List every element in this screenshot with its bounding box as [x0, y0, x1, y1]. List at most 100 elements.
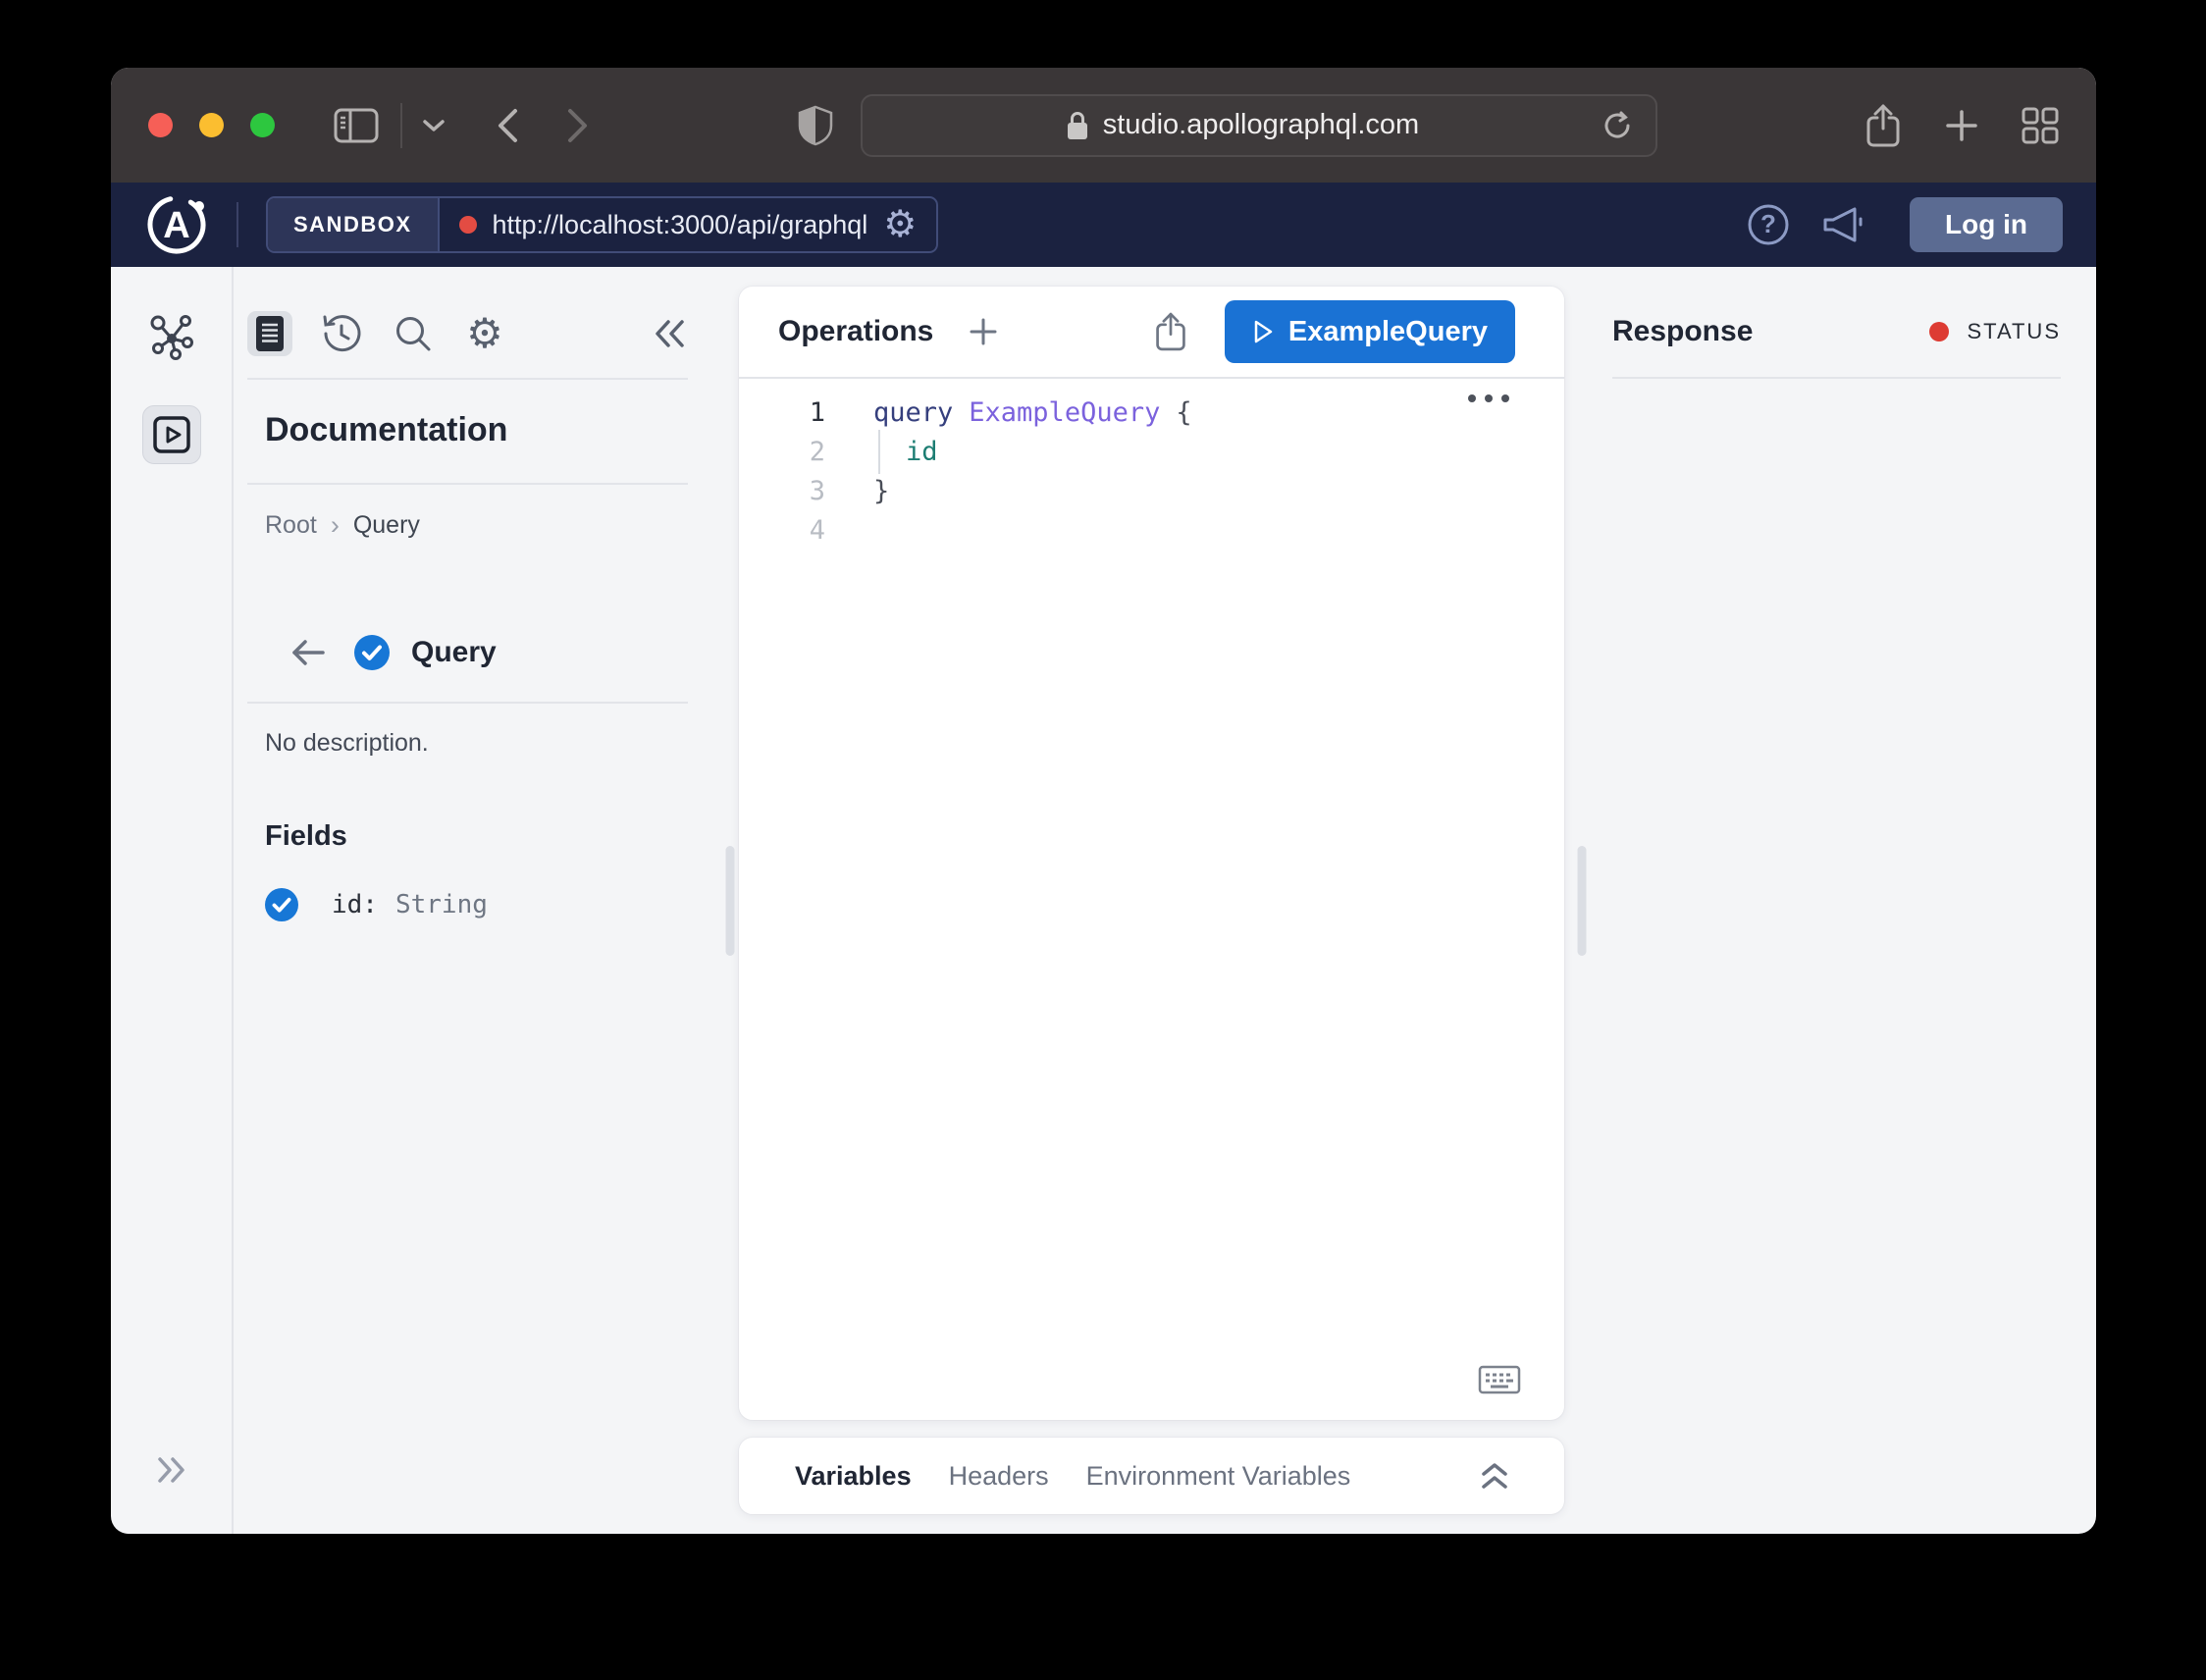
settings-tab[interactable]: ⚙: [462, 311, 507, 356]
query-editor[interactable]: 1 query ExampleQuery { 2 id 3: [739, 379, 1564, 1420]
address-bar[interactable]: studio.apollographql.com: [861, 94, 1657, 157]
resize-handle[interactable]: [726, 846, 735, 956]
field-check-icon[interactable]: [265, 888, 298, 921]
collapse-panel-icon[interactable]: [653, 318, 688, 349]
code-line[interactable]: 1 query ExampleQuery {: [739, 393, 1564, 432]
run-query-button[interactable]: ExampleQuery: [1225, 300, 1515, 363]
indent-guide: [878, 430, 880, 474]
operations-title: Operations: [778, 315, 933, 348]
code-keyword: query: [873, 397, 953, 428]
apollo-header: A SANDBOX http://localhost:3000/api/grap…: [111, 183, 2096, 267]
sandbox-badge: SANDBOX: [268, 198, 440, 251]
breadcrumb-separator: ›: [331, 510, 340, 541]
zoom-window-button[interactable]: [250, 113, 275, 137]
endpoint-settings-icon[interactable]: ⚙: [883, 206, 917, 243]
svg-text:A: A: [163, 205, 189, 246]
back-icon[interactable]: [495, 107, 520, 144]
endpoint-input[interactable]: http://localhost:3000/api/graphql ⚙: [440, 198, 937, 251]
code-brace: {: [1176, 397, 1191, 428]
login-button[interactable]: Log in: [1910, 197, 2063, 252]
line-number: 3: [739, 476, 825, 506]
line-number: 1: [739, 397, 825, 428]
address-text: studio.apollographql.com: [1103, 109, 1419, 141]
svg-text:?: ?: [1760, 209, 1776, 238]
endpoint-url-text: http://localhost:3000/api/graphql: [493, 210, 868, 240]
sidebar-toggle-icon[interactable]: [334, 108, 379, 143]
breadcrumb: Root › Query: [265, 510, 688, 541]
divider: [247, 702, 688, 704]
traffic-lights: [148, 113, 275, 137]
field-row[interactable]: id: String: [265, 888, 688, 921]
add-operation-icon[interactable]: [969, 317, 998, 346]
code-brace: }: [873, 476, 889, 506]
resize-handle[interactable]: [1578, 846, 1587, 956]
code-line[interactable]: 4: [739, 510, 1564, 550]
field-name: id:: [332, 890, 378, 919]
divider: [1612, 377, 2061, 379]
code-field: id: [906, 437, 938, 467]
panel-resize-gutter: [721, 267, 739, 1534]
browser-toolbar: studio.apollographql.com: [111, 68, 2096, 183]
tab-headers[interactable]: Headers: [949, 1461, 1049, 1492]
close-window-button[interactable]: [148, 113, 173, 137]
line-number: 4: [739, 515, 825, 546]
gear-icon: ⚙: [466, 313, 503, 354]
response-panel: Response STATUS: [1600, 267, 2096, 1534]
operations-card: Operations: [739, 287, 1564, 1420]
privacy-shield-icon[interactable]: [798, 105, 833, 146]
code-line[interactable]: 2 id: [739, 432, 1564, 471]
run-button-label: ExampleQuery: [1288, 316, 1488, 348]
search-tab[interactable]: [391, 311, 436, 356]
panel-resize-gutter: [1564, 267, 1600, 1534]
code-operation-name: ExampleQuery: [969, 397, 1160, 428]
documentation-tab[interactable]: [247, 311, 292, 356]
forward-icon[interactable]: [565, 107, 591, 144]
editor-options-icon[interactable]: [1468, 394, 1509, 402]
status-indicator: STATUS: [1929, 319, 2061, 344]
status-dot: [1929, 322, 1949, 341]
divider: [247, 483, 688, 485]
browser-window: studio.apollographql.com: [111, 68, 2096, 1534]
documentation-toolbar: ⚙: [247, 311, 688, 356]
type-header-row: Query: [289, 635, 688, 670]
fields-heading: Fields: [265, 820, 688, 853]
field-type[interactable]: String: [395, 890, 488, 919]
variables-panel: Variables Headers Environment Variables: [739, 1438, 1564, 1514]
endpoint-group: SANDBOX http://localhost:3000/api/graphq…: [266, 196, 938, 253]
response-title: Response: [1612, 315, 1753, 348]
share-icon[interactable]: [1865, 103, 1902, 148]
type-description: No description.: [265, 729, 688, 758]
documentation-title: Documentation: [265, 411, 688, 449]
header-divider: [236, 202, 238, 247]
tab-environment-variables[interactable]: Environment Variables: [1086, 1461, 1351, 1492]
tab-variables[interactable]: Variables: [795, 1461, 912, 1492]
share-operation-icon[interactable]: [1154, 311, 1187, 352]
query-check-icon[interactable]: [354, 635, 390, 670]
expand-panel-icon[interactable]: [1479, 1461, 1510, 1491]
apollo-logo[interactable]: A: [144, 192, 209, 257]
help-icon[interactable]: ?: [1747, 203, 1790, 246]
announcements-icon[interactable]: [1821, 206, 1866, 243]
operations-column: Operations: [739, 267, 1564, 1534]
line-number: 2: [739, 437, 825, 467]
minimize-window-button[interactable]: [199, 113, 224, 137]
toolbar-divider: [400, 103, 402, 148]
expand-rail-icon[interactable]: [155, 1453, 188, 1487]
run-icon: [1252, 319, 1274, 344]
chevron-down-icon[interactable]: [422, 119, 446, 132]
studio-content: ⚙ Documentation Root › Query: [111, 267, 2096, 1534]
history-tab[interactable]: [319, 311, 364, 356]
operations-header: Operations: [739, 287, 1564, 377]
response-header: Response STATUS: [1612, 287, 2061, 377]
new-tab-icon[interactable]: [1945, 109, 1978, 142]
tab-overview-icon[interactable]: [2022, 107, 2059, 144]
code-line[interactable]: 3 }: [739, 471, 1564, 510]
type-name: Query: [411, 636, 497, 669]
schema-graph-icon[interactable]: [146, 311, 197, 362]
breadcrumb-root[interactable]: Root: [265, 511, 317, 540]
back-arrow-icon[interactable]: [289, 638, 327, 667]
reload-icon[interactable]: [1601, 109, 1634, 142]
status-label: STATUS: [1967, 319, 2061, 344]
explorer-nav-item[interactable]: [142, 405, 201, 464]
keyboard-shortcuts-icon[interactable]: [1478, 1365, 1521, 1394]
